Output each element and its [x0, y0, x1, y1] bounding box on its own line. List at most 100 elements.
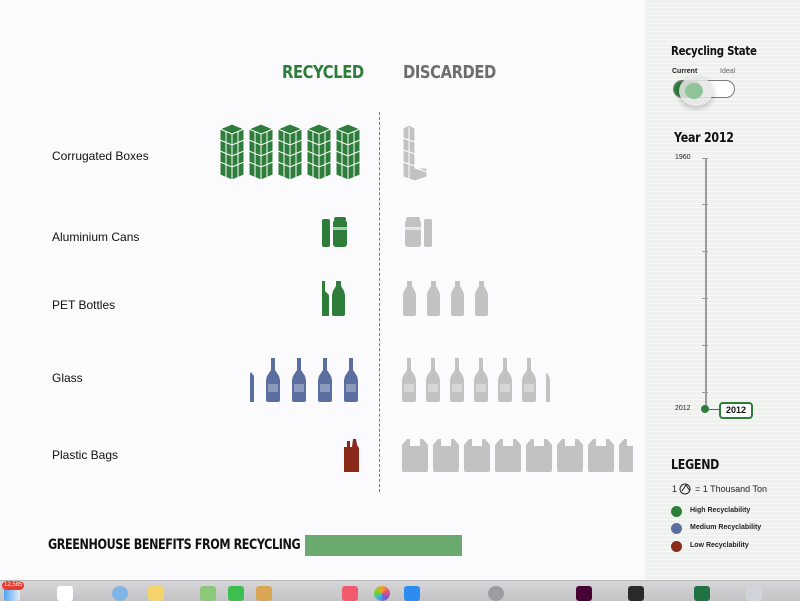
recycled-cans-icons: [322, 215, 347, 247]
row-label-glass: Glass: [52, 371, 83, 385]
year-title: Year 2012: [674, 131, 734, 146]
bag-icon: [557, 439, 583, 472]
appstore-icon[interactable]: [404, 586, 420, 601]
glass-bottle-icon: [250, 372, 254, 402]
legend-dot-high: [671, 506, 682, 517]
slider-tick: [702, 298, 708, 299]
glass-bottle-icon: [498, 358, 512, 402]
can-icon: [322, 219, 330, 247]
glass-bottle-icon: [546, 372, 550, 402]
bottle-icon: [322, 281, 329, 316]
discarded-cans-icons: [405, 215, 432, 247]
unit-recycle-icon: [679, 483, 691, 495]
discarded-bags-icons: [402, 438, 633, 472]
legend-title: LEGEND: [671, 458, 720, 473]
bag-icon: [344, 439, 359, 472]
bottle-icon: [475, 281, 488, 316]
discarded-boxes-icons: [402, 124, 428, 182]
bag-icon: [619, 439, 633, 472]
recycled-heading: RECYCLED: [282, 62, 364, 83]
slider-tick: [702, 158, 708, 159]
greenhouse-bar: [305, 535, 462, 556]
toggle-knob[interactable]: [679, 76, 713, 106]
can-icon: [424, 219, 432, 247]
box-stack-icon: [335, 123, 361, 181]
can-icon: [333, 217, 347, 247]
recycling-state-title: Recycling State: [671, 44, 757, 58]
slider-top-label: 1960: [675, 154, 691, 161]
bottle-icon: [403, 281, 416, 316]
toggle-ideal-label[interactable]: Ideal: [720, 68, 735, 75]
terminal-icon[interactable]: [628, 586, 644, 601]
recycled-boxes-icons: [219, 123, 361, 181]
notes-icon[interactable]: [148, 586, 164, 601]
maps-icon[interactable]: [200, 586, 216, 601]
launchpad-icon[interactable]: [746, 586, 762, 601]
glass-bottle-icon: [450, 358, 464, 402]
row-label-aluminium-cans: Aluminium Cans: [52, 230, 140, 244]
legend-dot-medium: [671, 523, 682, 534]
glass-bottle-icon: [426, 358, 440, 402]
facetime-icon[interactable]: [228, 586, 244, 601]
slider-tick: [702, 251, 708, 252]
xd-icon[interactable]: [576, 586, 592, 601]
box-stack-icon: [248, 123, 274, 181]
bag-icon: [433, 439, 459, 472]
slider-tick: [702, 345, 708, 346]
recycled-pet-icons: [322, 280, 345, 316]
slider-bottom-label: 2012: [675, 405, 691, 412]
bottle-icon: [427, 281, 440, 316]
calendar-icon[interactable]: [57, 586, 73, 601]
bag-icon: [588, 439, 614, 472]
bag-icon: [495, 439, 521, 472]
discarded-glass-icons: [402, 358, 550, 402]
glass-bottle-icon: [344, 358, 358, 402]
greenhouse-label: GREENHOUSE BENEFITS FROM RECYCLING: [48, 537, 301, 553]
music-icon[interactable]: [342, 586, 358, 601]
box-stack-icon: [277, 123, 303, 181]
row-label-plastic-bags: Plastic Bags: [52, 448, 119, 462]
settings-icon[interactable]: [488, 586, 504, 601]
legend-label-low: Low Recyclability: [690, 542, 749, 549]
glass-bottle-icon: [292, 358, 306, 402]
bottle-icon: [451, 281, 464, 316]
box-stack-icon: [306, 123, 332, 181]
row-label-pet-bottles: PET Bottles: [52, 298, 116, 312]
glass-bottle-icon: [318, 358, 332, 402]
recycled-glass-icons: [250, 358, 358, 402]
slider-tick: [702, 392, 708, 393]
glass-bottle-icon: [266, 358, 280, 402]
excel-icon[interactable]: [694, 586, 710, 601]
discarded-heading: DISCARDED: [403, 62, 496, 83]
control-panel: Recycling State Current Ideal Year 2012 …: [645, 0, 800, 580]
bag-icon: [402, 439, 428, 472]
center-divider: [379, 112, 380, 492]
slider-value-badge: 2012: [719, 402, 753, 419]
legend-unit-text: = 1 Thousand Ton: [695, 484, 767, 494]
toggle-current-label[interactable]: Current: [672, 68, 697, 75]
toggle-knob-core: [685, 83, 703, 99]
main-chart-area: RECYCLED DISCARDED Corrugated Boxes Alum…: [0, 0, 645, 580]
legend-dot-low: [671, 541, 682, 552]
legend-label-medium: Medium Recyclability: [690, 524, 762, 531]
glass-bottle-icon: [474, 358, 488, 402]
legend-unit-number: 1: [672, 484, 678, 494]
slider-connector: [707, 409, 719, 410]
bag-icon: [526, 439, 552, 472]
discarded-pet-icons: [403, 280, 488, 316]
glass-bottle-icon: [402, 358, 416, 402]
legend-label-high: High Recyclability: [690, 507, 751, 514]
box-stack-icon: [219, 123, 245, 181]
preview-icon[interactable]: [256, 586, 272, 601]
can-icon: [405, 217, 421, 247]
bottle-icon: [332, 281, 345, 316]
year-slider-track[interactable]: [705, 158, 707, 410]
box-stack-icon: [402, 124, 428, 182]
bag-icon: [464, 439, 490, 472]
dock: 12,585: [0, 580, 800, 601]
safari-icon[interactable]: [112, 586, 128, 601]
photos-icon[interactable]: [374, 586, 390, 601]
glass-bottle-icon: [522, 358, 536, 402]
slider-tick: [702, 204, 708, 205]
mail-badge: 12,585: [2, 581, 25, 590]
